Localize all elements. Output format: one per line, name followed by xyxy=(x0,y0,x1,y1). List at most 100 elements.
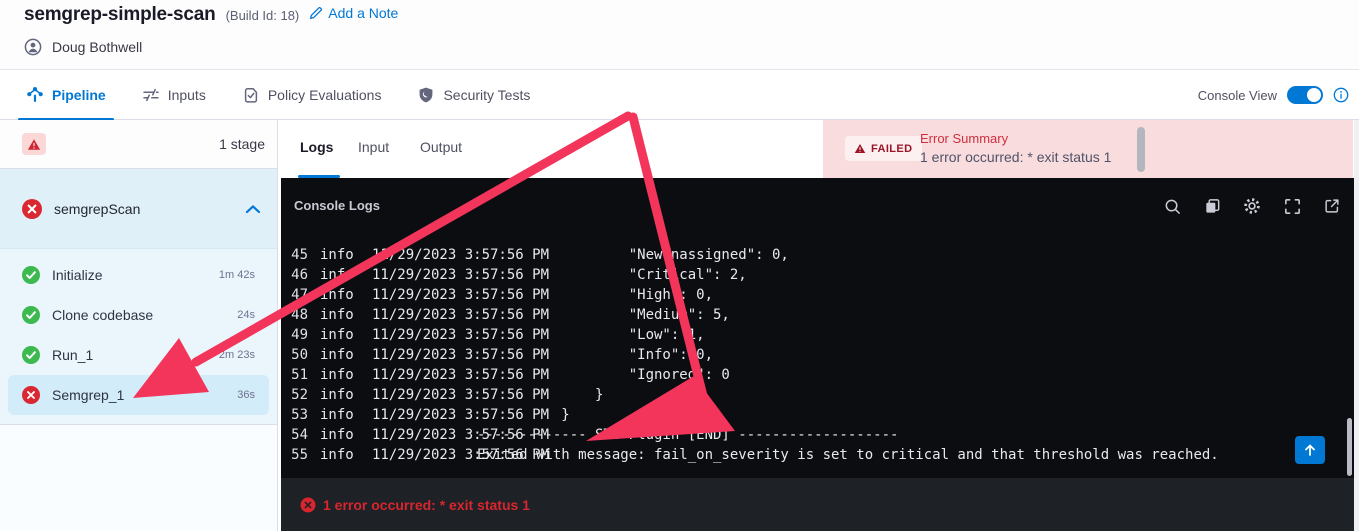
build-id: (Build Id: 18) xyxy=(225,8,300,23)
console-view-toggle[interactable] xyxy=(1287,86,1323,104)
info-icon[interactable] xyxy=(1333,87,1349,103)
log-message: } xyxy=(477,407,570,423)
console-error-footer: 1 error occurred: * exit status 1 xyxy=(281,478,1354,531)
main-tabbar: Pipeline Inputs Policy Evaluations Secur… xyxy=(0,70,1359,121)
stage-name: semgrepScan xyxy=(54,200,141,217)
log-line-number: 45 xyxy=(291,247,308,263)
log-level: info xyxy=(320,347,354,363)
chevron-up-icon[interactable] xyxy=(245,204,261,214)
log-line-number: 55 xyxy=(291,447,308,463)
console-view-label: Console View xyxy=(1197,87,1277,103)
log-line-number: 50 xyxy=(291,347,308,363)
log-level: info xyxy=(320,287,354,303)
execution-main-panel: Logs Input Output FAILED Error Summary 1… xyxy=(278,120,1359,531)
log-line-52: 52 info 11/29/2023 3:57:56 PM } xyxy=(281,385,1354,405)
stage-count-row: 1 stage xyxy=(0,120,277,169)
sidebar-empty-area xyxy=(0,425,277,530)
step-row-run-1[interactable]: Run_1 2m 23s xyxy=(8,335,269,375)
console-toolbar xyxy=(1162,196,1342,216)
tab-inputs-label: Inputs xyxy=(167,86,206,103)
pipeline-execution-page: semgrep-simple-scan (Build Id: 18) Add a… xyxy=(0,0,1359,531)
log-line-number: 54 xyxy=(291,427,308,443)
log-message: } xyxy=(477,387,604,403)
console-title: Console Logs xyxy=(294,198,380,213)
failed-badge-label: FAILED xyxy=(871,142,913,155)
log-level: info xyxy=(320,307,354,323)
log-level: info xyxy=(320,327,354,343)
open-in-new-icon[interactable] xyxy=(1322,196,1342,216)
check-circle-icon xyxy=(22,306,40,324)
log-level: info xyxy=(320,427,354,443)
tab-pipeline[interactable]: Pipeline xyxy=(18,70,114,121)
page-scrollbar[interactable] xyxy=(1354,120,1359,531)
build-title-row: semgrep-simple-scan (Build Id: 18) Add a… xyxy=(24,4,398,26)
step-name: Clone codebase xyxy=(52,307,154,323)
fullscreen-icon[interactable] xyxy=(1282,196,1302,216)
log-line-number: 49 xyxy=(291,327,308,343)
log-line-number: 52 xyxy=(291,387,308,403)
console-log-lines: 45 info 11/29/2023 3:57:56 PM "NewUnassign… xyxy=(281,245,1354,465)
tab-inputs[interactable]: Inputs xyxy=(138,70,210,120)
step-row-clone-codebase[interactable]: Clone codebase 24s xyxy=(8,295,269,335)
tab-output[interactable]: Output xyxy=(420,139,462,155)
footer-error-text: 1 error occurred: * exit status 1 xyxy=(323,496,530,513)
console-view-cluster: Console View xyxy=(1198,70,1349,120)
log-message: "Ignored": 0 xyxy=(477,367,730,383)
tab-logs[interactable]: Logs xyxy=(300,139,333,155)
log-level: info xyxy=(320,247,354,263)
copy-icon[interactable] xyxy=(1202,196,1222,216)
search-icon[interactable] xyxy=(1162,196,1182,216)
log-line-53: 53 info 11/29/2023 3:57:56 PM } xyxy=(281,405,1354,425)
log-line-48: 48 info 11/29/2023 3:57:56 PM "Medium": 5, xyxy=(281,305,1354,325)
log-level: info xyxy=(320,267,354,283)
add-note-button[interactable]: Add a Note xyxy=(309,5,398,21)
log-level: info xyxy=(320,387,354,403)
step-row-semgrep-1[interactable]: Semgrep_1 36s xyxy=(8,375,269,415)
log-message: "High": 0, xyxy=(477,287,714,303)
build-header: semgrep-simple-scan (Build Id: 18) Add a… xyxy=(0,0,1359,70)
log-message: "Info": 0, xyxy=(477,347,714,363)
tab-policy-evaluations-label: Policy Evaluations xyxy=(267,86,382,103)
log-message: "Low": 1, xyxy=(477,327,705,343)
page-title: semgrep-simple-scan xyxy=(24,4,216,25)
tab-security-tests[interactable]: Security Tests xyxy=(413,70,534,120)
log-line-55: 55 info 11/29/2023 3:57:56 PM Exited with m… xyxy=(281,445,1354,465)
step-row-initialize[interactable]: Initialize 1m 42s xyxy=(8,255,269,295)
log-line-47: 47 info 11/29/2023 3:57:56 PM "High": 0, xyxy=(281,285,1354,305)
log-level: info xyxy=(320,407,354,423)
log-message: "Critical": 2, xyxy=(477,267,747,283)
stage-row-semgrepscan[interactable]: semgrepScan xyxy=(0,169,277,249)
footer-error-icon xyxy=(300,497,316,513)
error-panel-scrollbar[interactable] xyxy=(1137,127,1145,172)
user-name: Doug Bothwell xyxy=(52,39,143,55)
log-line-46: 46 info 11/29/2023 3:57:56 PM "Critical": … xyxy=(281,265,1354,285)
log-line-54: 54 info 11/29/2023 3:57:56 PM -------------… xyxy=(281,425,1354,445)
failed-badge: FAILED xyxy=(845,136,922,161)
pipeline-icon xyxy=(26,86,44,104)
user-row: Doug Bothwell xyxy=(24,38,142,56)
toggle-knob xyxy=(1307,88,1321,102)
step-duration: 36s xyxy=(237,389,255,401)
error-circle-icon xyxy=(22,198,42,219)
settings-gear-icon[interactable] xyxy=(1242,196,1262,216)
tab-policy-evaluations[interactable]: Policy Evaluations xyxy=(238,70,386,120)
log-level: info xyxy=(320,367,354,383)
security-shield-icon xyxy=(417,86,435,104)
step-list: Initialize 1m 42s Clone codebase 24s Run_1 2m… xyxy=(0,249,277,425)
stage-count: 1 stage xyxy=(219,136,265,152)
failed-warning-icon xyxy=(854,143,866,154)
check-circle-icon xyxy=(22,346,40,364)
scroll-to-top-button[interactable] xyxy=(1295,436,1325,464)
console-scrollbar[interactable] xyxy=(1347,418,1352,476)
inputs-icon xyxy=(142,86,160,104)
log-level: info xyxy=(320,447,354,463)
stage-warning-icon xyxy=(22,133,46,155)
policy-check-icon xyxy=(242,86,260,104)
log-line-45: 45 info 11/29/2023 3:57:56 PM "NewUnassign… xyxy=(281,245,1354,265)
tab-input[interactable]: Input xyxy=(358,139,389,155)
log-line-number: 48 xyxy=(291,307,308,323)
log-line-number: 51 xyxy=(291,367,308,383)
tab-pipeline-label: Pipeline xyxy=(52,86,106,103)
log-tabbar: Logs Input Output xyxy=(278,120,823,178)
step-duration: 2m 23s xyxy=(218,349,255,361)
